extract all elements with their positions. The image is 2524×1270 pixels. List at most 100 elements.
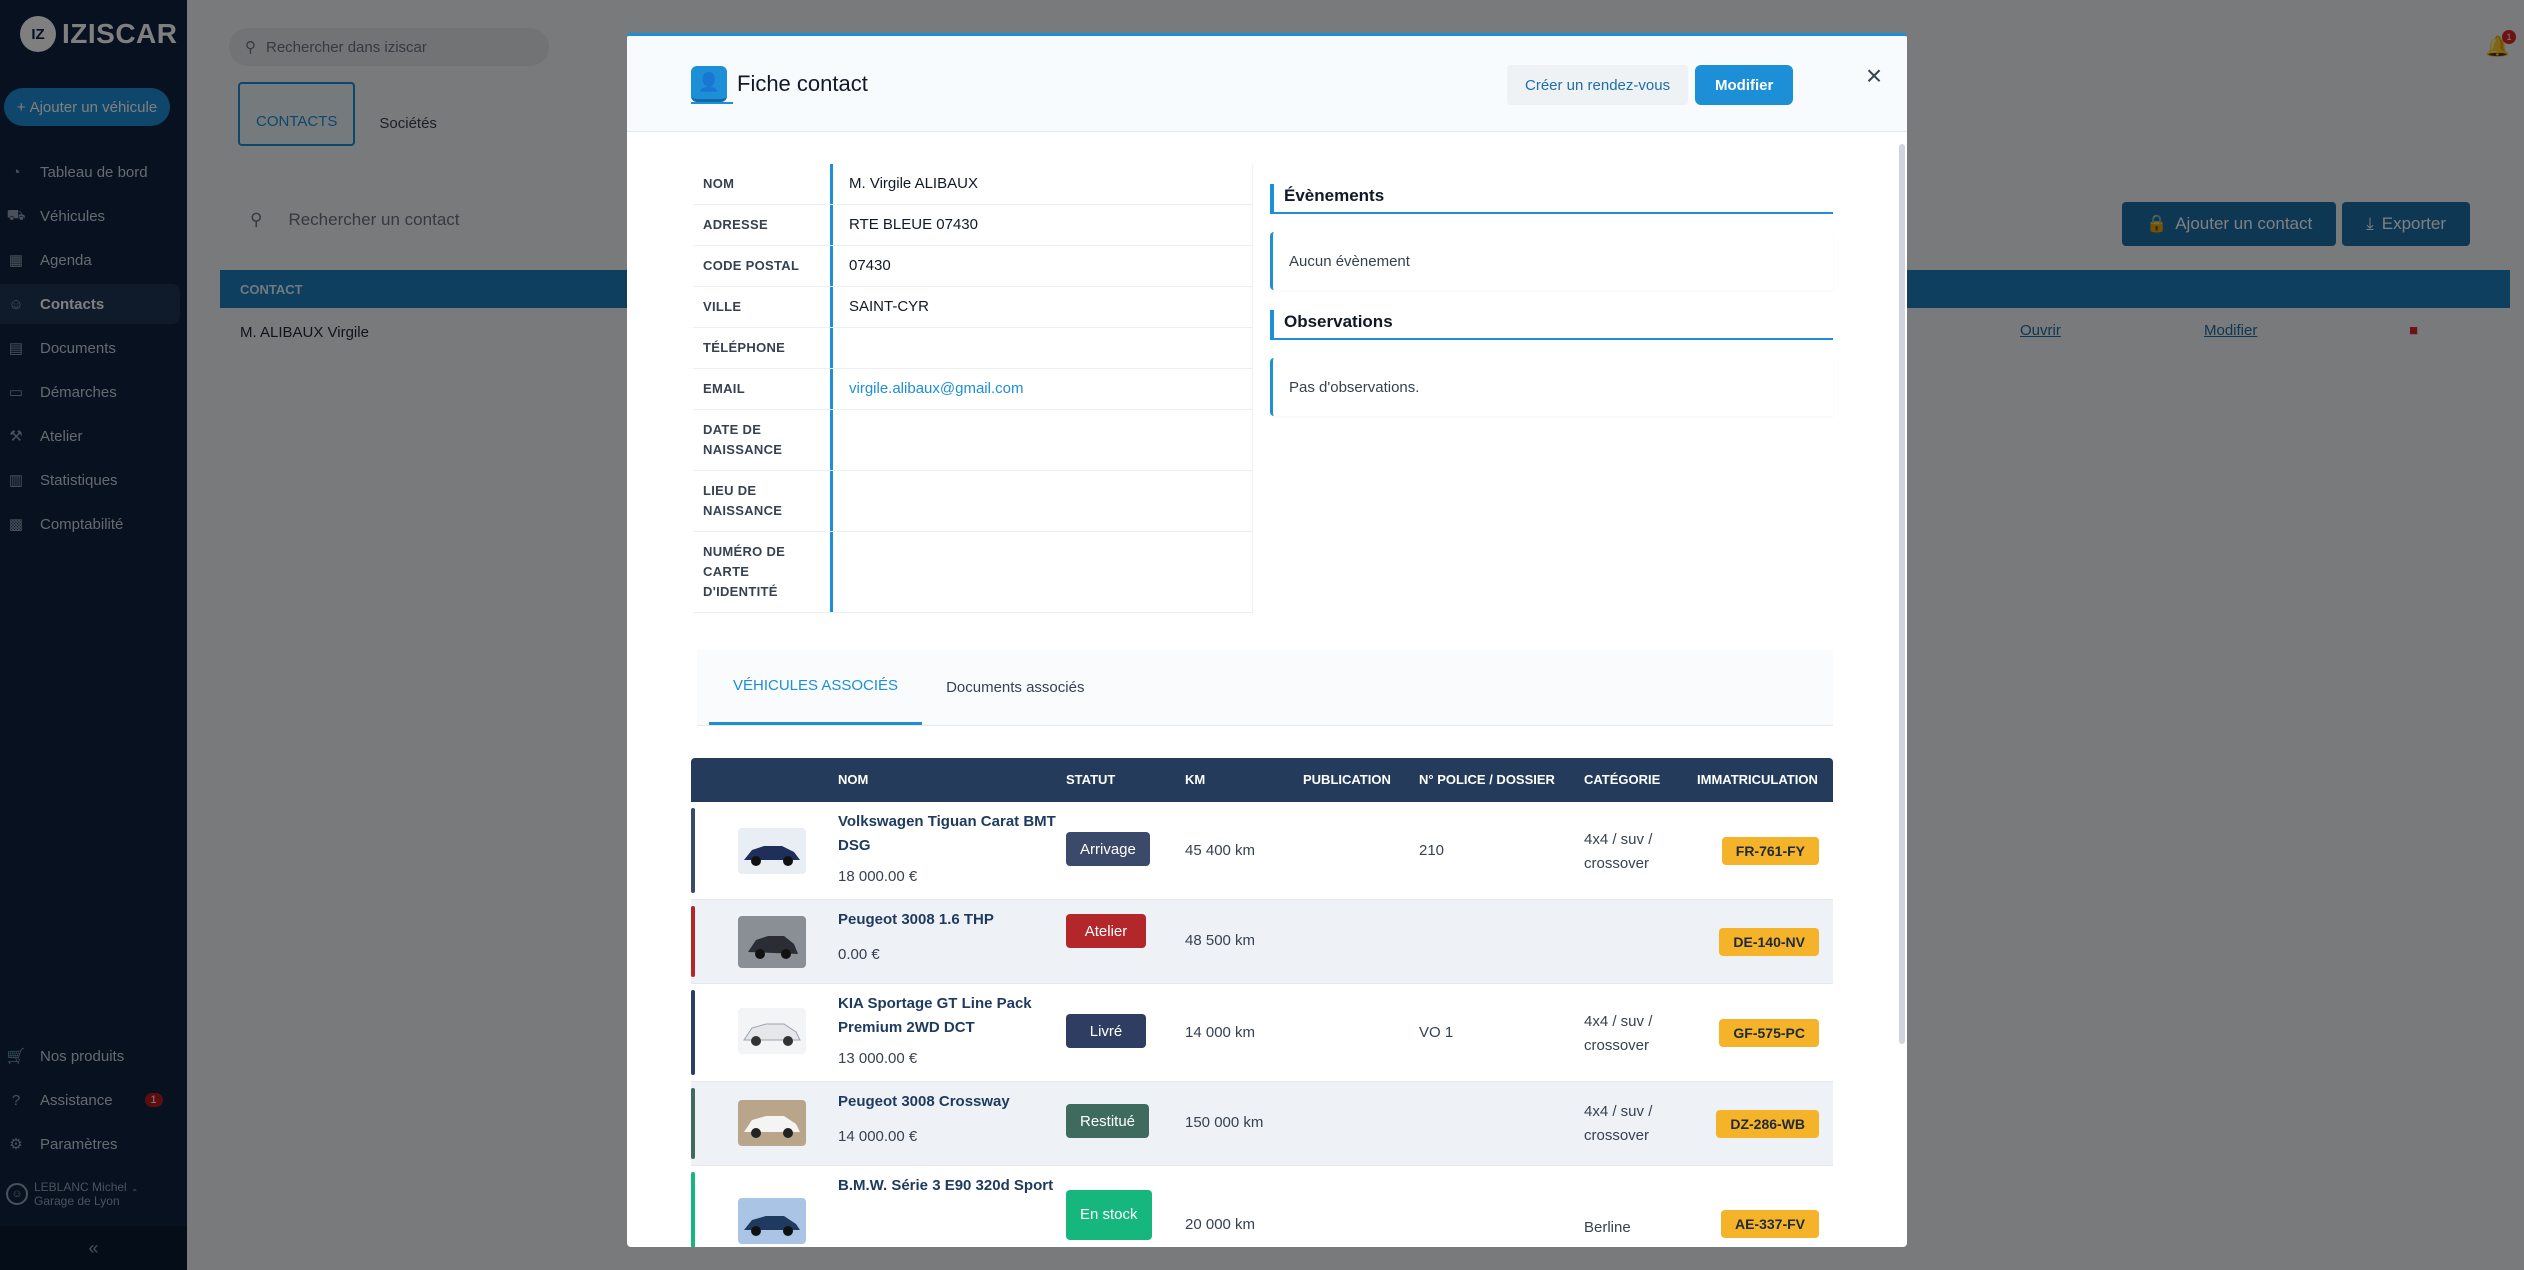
vehicle-km: 14 000 km [1185,1024,1256,1041]
row-status-bar [691,990,695,1075]
field-row-adresse: ADRESSE RTE BLEUE 07430 [693,205,1252,246]
field-row-lieu-naissance: LIEU DE NAISSANCE [693,471,1252,532]
events-section: Évènements Aucun évènement [1270,184,1833,290]
field-value [833,471,1252,531]
contact-info-table: NOM M. Virgile ALIBAUX ADRESSE RTE BLEUE 0… [693,164,1253,613]
vehicle-km: 20 000 km [1185,1216,1256,1233]
plate-badge: AE-337-FV [1720,1210,1819,1238]
status-badge: Atelier [1066,914,1146,948]
email-link[interactable]: virgile.alibaux@gmail.com [833,369,1252,409]
field-label: ADRESSE [693,205,833,245]
plate-badge: GF-575-PC [1719,1019,1819,1047]
tab-vehicules-associes[interactable]: VÉHICULES ASSOCIÉS [709,649,923,725]
vehicle-price: 18 000.00 € [838,868,918,885]
field-label: NUMÉRO DE CARTE D'IDENTITÉ [693,532,833,612]
field-row-telephone: TÉLÉPHONE [693,328,1252,369]
modal-title: 👤 Fiche contact [691,66,868,102]
field-label: CODE POSTAL [693,246,833,286]
events-title: Évènements [1270,184,1833,214]
row-status-bar [691,808,695,893]
status-badge: Restitué [1066,1104,1150,1138]
user-icon: 👤 [691,66,727,102]
table-row[interactable]: Volkswagen Tiguan Carat BMT DSG 18 000.0… [691,802,1833,900]
vehicle-name[interactable]: KIA Sportage GT Line Pack Premium 2WD DC… [838,992,1068,1040]
field-label: LIEU DE NAISSANCE [693,471,833,531]
column-header: NOM [838,772,869,787]
vehicles-table-header: NOM STATUT KM PUBLICATION N° POLICE / DO… [691,758,1833,802]
edit-contact-button[interactable]: Modifier [1695,65,1794,105]
vehicle-category: Berline [1584,1219,1631,1236]
field-row-nom: NOM M. Virgile ALIBAUX [693,164,1252,205]
plate-badge: DE-140-NV [1719,928,1819,956]
column-header: N° POLICE / DOSSIER [1419,772,1555,787]
field-label: TÉLÉPHONE [693,328,833,368]
row-status-bar [691,1088,695,1159]
field-value [833,532,1252,612]
modal-scrollbar[interactable] [1899,144,1905,1044]
car-thumbnail[interactable] [738,1008,806,1054]
table-row[interactable]: Peugeot 3008 1.6 THP 0.00 € Atelier 48 5… [691,900,1833,984]
associated-tabs: VÉHICULES ASSOCIÉS Documents associés [697,650,1833,726]
title-underline [691,102,733,104]
field-row-date-naissance: DATE DE NAISSANCE [693,410,1252,471]
observations-section: Observations Pas d'observations. [1270,310,1833,416]
vehicle-name[interactable]: B.M.W. Série 3 E90 320d Sport [838,1174,1068,1198]
status-badge: Arrivage [1066,832,1150,866]
column-header: KM [1185,772,1206,787]
vehicle-name[interactable]: Volkswagen Tiguan Carat BMT DSG [838,810,1068,858]
vehicle-price: 14 000.00 € [838,1128,918,1145]
vehicle-category: 4x4 / suv / crossover [1584,1013,1653,1054]
vehicle-km: 45 400 km [1185,842,1256,859]
field-label: NOM [693,164,833,204]
column-header: IMMATRICULATION [1697,772,1818,787]
vehicle-police: 210 [1419,842,1445,859]
vehicle-price: 13 000.00 € [838,1050,918,1067]
vehicle-category: 4x4 / suv / crossover [1584,831,1653,872]
car-thumbnail[interactable] [738,1198,806,1244]
vehicle-name[interactable]: Peugeot 3008 1.6 THP [838,908,1068,932]
table-row[interactable]: KIA Sportage GT Line Pack Premium 2WD DC… [691,984,1833,1082]
row-status-bar [691,906,695,977]
field-value: 07430 [849,257,891,274]
plate-badge: FR-761-FY [1721,837,1819,865]
table-row[interactable]: B.M.W. Série 3 E90 320d Sport En stock 2… [691,1166,1833,1247]
column-header: CATÉGORIE [1584,772,1661,787]
field-value: SAINT-CYR [849,298,930,315]
table-row[interactable]: Peugeot 3008 Crossway 14 000.00 € Restit… [691,1082,1833,1166]
vehicle-category: 4x4 / suv / crossover [1584,1103,1653,1144]
vehicles-table: NOM STATUT KM PUBLICATION N° POLICE / DO… [691,758,1833,1247]
field-label: VILLE [693,287,833,327]
column-header: STATUT [1066,772,1116,787]
field-row-carte-identite: NUMÉRO DE CARTE D'IDENTITÉ [693,532,1252,613]
events-empty: Aucun évènement [1270,232,1833,290]
column-header: PUBLICATION [1303,772,1391,787]
vehicle-km: 48 500 km [1185,932,1256,949]
modal-header: 👤 Fiche contact Créer un rendez-vous Mod… [627,36,1907,132]
tab-documents-associes[interactable]: Documents associés [922,649,1108,725]
car-thumbnail[interactable] [738,1100,806,1146]
plate-badge: DZ-286-WB [1716,1110,1819,1138]
vehicle-price: 0.00 € [838,946,880,963]
field-value: RTE BLEUE 07430 [849,216,978,233]
field-row-code-postal: CODE POSTAL 07430 [693,246,1252,287]
car-thumbnail[interactable] [738,916,806,968]
vehicle-name[interactable]: Peugeot 3008 Crossway [838,1090,1068,1114]
field-value [833,410,1252,470]
vehicle-km: 150 000 km [1185,1114,1264,1131]
observations-title: Observations [1270,310,1833,340]
status-badge: En stock [1066,1190,1152,1240]
status-badge: Livré [1066,1014,1146,1048]
observations-empty: Pas d'observations. [1270,358,1833,416]
field-row-email: EMAIL virgile.alibaux@gmail.com [693,369,1252,410]
vehicle-police: VO 1 [1419,1024,1454,1041]
contact-modal: 👤 Fiche contact Créer un rendez-vous Mod… [627,33,1907,1247]
row-status-bar [691,1172,695,1247]
field-label: DATE DE NAISSANCE [693,410,833,470]
field-label: EMAIL [693,369,833,409]
field-row-ville: VILLE SAINT-CYR [693,287,1252,328]
create-appointment-button[interactable]: Créer un rendez-vous [1507,65,1689,105]
close-icon[interactable]: × [1859,60,1889,91]
car-thumbnail[interactable] [738,828,806,874]
field-value [833,328,1252,368]
modal-title-text: Fiche contact [737,71,868,96]
